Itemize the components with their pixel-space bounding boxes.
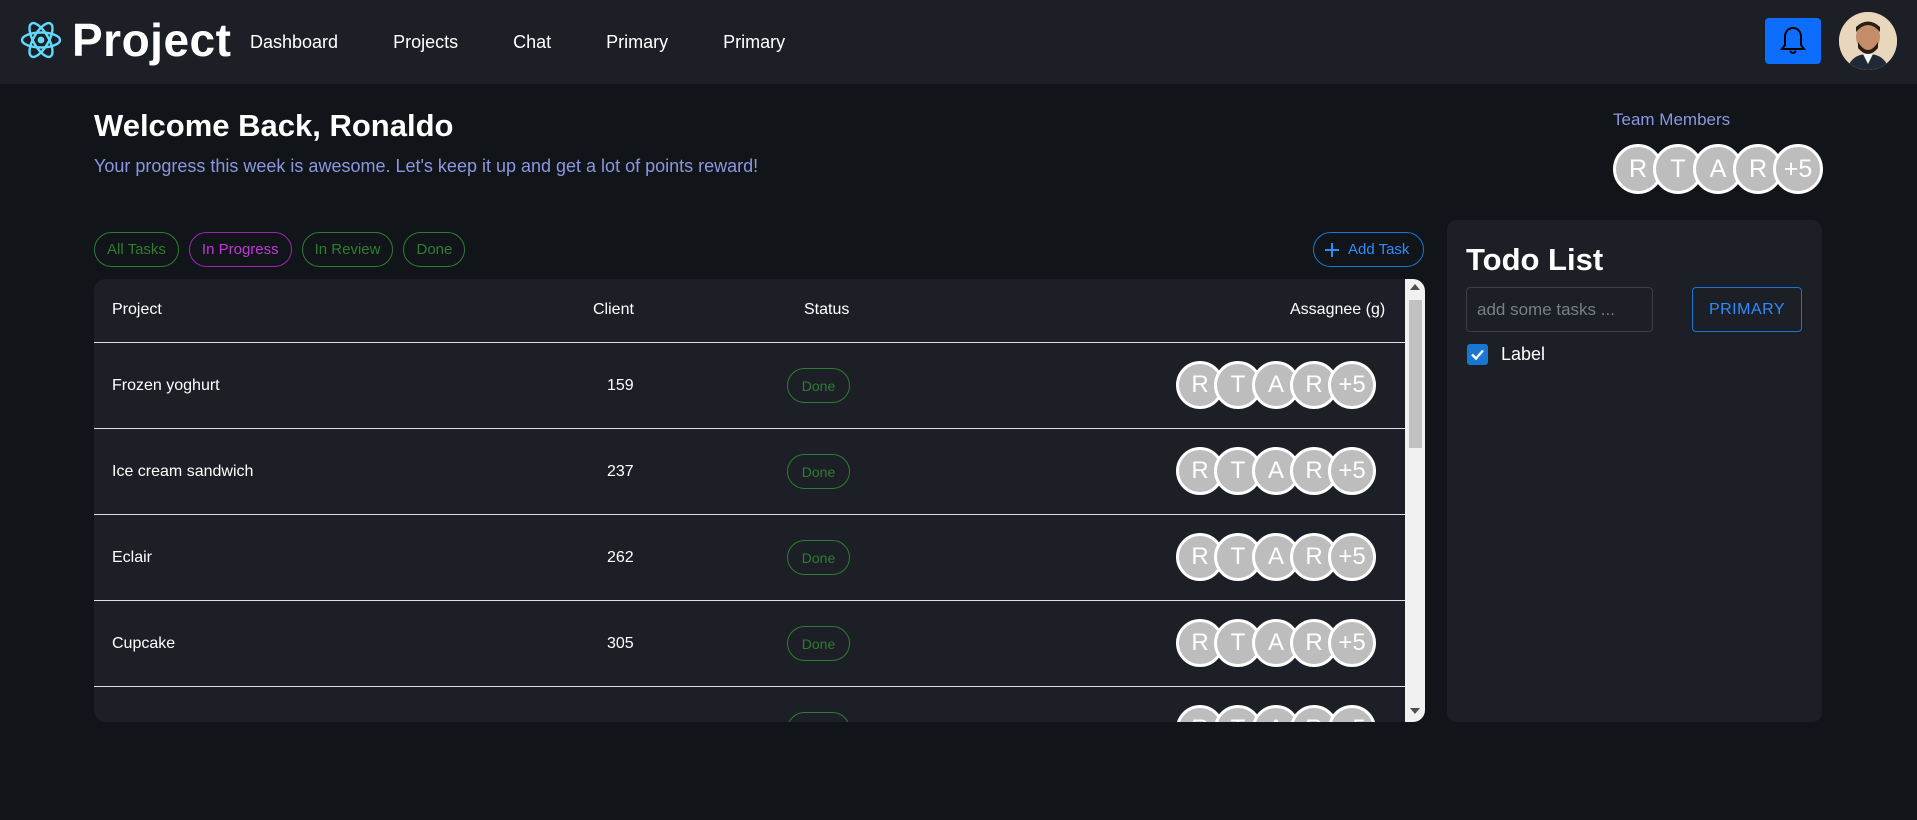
welcome-subtitle: Your progress this week is awesome. Let'…: [94, 156, 759, 176]
nav-link-projects[interactable]: Projects: [393, 32, 458, 53]
table-row[interactable]: Cupcake 305 Done R T A R +5: [94, 601, 1405, 687]
scroll-up-arrow-icon[interactable]: [1410, 284, 1420, 290]
brand-name: Project: [72, 14, 232, 66]
column-header-assignee[interactable]: Assagnee (g): [1290, 301, 1385, 319]
add-task-label: Add Task: [1348, 241, 1410, 258]
add-task-button[interactable]: Add Task: [1313, 232, 1425, 267]
todo-panel: Todo List PRIMARY Label: [1447, 220, 1822, 722]
filter-in-progress[interactable]: In Progress: [188, 232, 292, 267]
team-members-label: Team Members: [1613, 110, 1731, 129]
bell-icon: [1780, 26, 1806, 54]
table-row[interactable]: Frozen yoghurt 159 Done R T A R +5: [94, 343, 1405, 429]
todo-primary-button[interactable]: PRIMARY: [1692, 287, 1802, 332]
todo-title: Todo List: [1466, 242, 1604, 277]
assignee-avatar-group[interactable]: R T A R +5: [1176, 533, 1376, 581]
assignee-avatar-group[interactable]: R T A R +5: [1176, 705, 1376, 722]
react-logo-icon: [20, 21, 62, 59]
table-row[interactable]: Ice cream sandwich 237 Done R T A R +5: [94, 429, 1405, 515]
main-nav: Dashboard Projects Chat Primary Primary: [250, 0, 840, 84]
status-badge[interactable]: Done: [787, 368, 850, 403]
team-avatar-group[interactable]: R T A R +5: [1613, 144, 1823, 194]
column-header-client[interactable]: Client: [593, 301, 634, 319]
assignee-avatar-group[interactable]: R T A R +5: [1176, 619, 1376, 667]
filter-all-tasks[interactable]: All Tasks: [94, 232, 179, 267]
filter-in-review[interactable]: In Review: [301, 232, 394, 267]
table-scrollbar[interactable]: [1405, 279, 1425, 722]
status-badge[interactable]: Done: [787, 626, 850, 661]
assignee-avatar-more[interactable]: +5: [1328, 447, 1376, 495]
todo-item-label: Label: [1501, 344, 1546, 364]
column-header-status[interactable]: Status: [804, 301, 849, 319]
todo-input[interactable]: [1466, 287, 1653, 332]
table-row[interactable]: Eclair 262 Done R T A R +5: [94, 515, 1405, 601]
nav-link-chat[interactable]: Chat: [513, 32, 551, 53]
status-badge[interactable]: Done: [787, 540, 850, 575]
assignee-avatar-more[interactable]: +5: [1328, 361, 1376, 409]
scrollbar-thumb[interactable]: [1409, 300, 1422, 448]
project-name: Ice cream sandwich: [112, 463, 254, 480]
table-row[interactable]: Done R T A R +5: [94, 687, 1405, 722]
project-name: Frozen yoghurt: [112, 377, 220, 394]
client-count: 159: [607, 377, 634, 394]
status-badge[interactable]: Done: [787, 712, 850, 722]
nav-link-dashboard[interactable]: Dashboard: [250, 32, 338, 53]
project-name: Eclair: [112, 549, 153, 566]
assignee-avatar-more[interactable]: +5: [1328, 533, 1376, 581]
nav-link-primary-2[interactable]: Primary: [723, 32, 785, 53]
client-count: 262: [607, 549, 634, 566]
top-navbar: Project Dashboard Projects Chat Primary …: [0, 0, 1917, 84]
task-filter-chips: All Tasks In Progress In Review Done: [94, 232, 475, 267]
nav-link-primary-1[interactable]: Primary: [606, 32, 668, 53]
projects-table: Project Client Status Assagnee (g) Froze…: [94, 279, 1425, 722]
client-count: 237: [607, 463, 634, 480]
assignee-avatar-group[interactable]: R T A R +5: [1176, 447, 1376, 495]
todo-checkbox[interactable]: [1467, 344, 1488, 365]
plus-icon: [1325, 242, 1339, 257]
welcome-title: Welcome Back, Ronaldo: [94, 108, 454, 143]
notifications-button[interactable]: [1765, 18, 1821, 64]
team-avatar-more[interactable]: +5: [1773, 144, 1823, 194]
status-badge[interactable]: Done: [787, 454, 850, 489]
checkmark-icon: [1471, 349, 1484, 361]
client-count: 305: [607, 635, 634, 652]
scroll-down-arrow-icon[interactable]: [1410, 708, 1420, 714]
table-header: Project Client Status Assagnee (g): [94, 279, 1405, 343]
project-name: Cupcake: [112, 635, 176, 652]
brand-logo[interactable]: Project: [20, 14, 232, 66]
assignee-avatar-more[interactable]: +5: [1328, 619, 1376, 667]
column-header-project[interactable]: Project: [112, 301, 162, 319]
assignee-avatar-group[interactable]: R T A R +5: [1176, 361, 1376, 409]
filter-done[interactable]: Done: [403, 232, 466, 267]
user-avatar[interactable]: [1839, 12, 1897, 70]
user-photo-icon: [1839, 12, 1897, 70]
assignee-avatar-more[interactable]: +5: [1328, 705, 1376, 722]
